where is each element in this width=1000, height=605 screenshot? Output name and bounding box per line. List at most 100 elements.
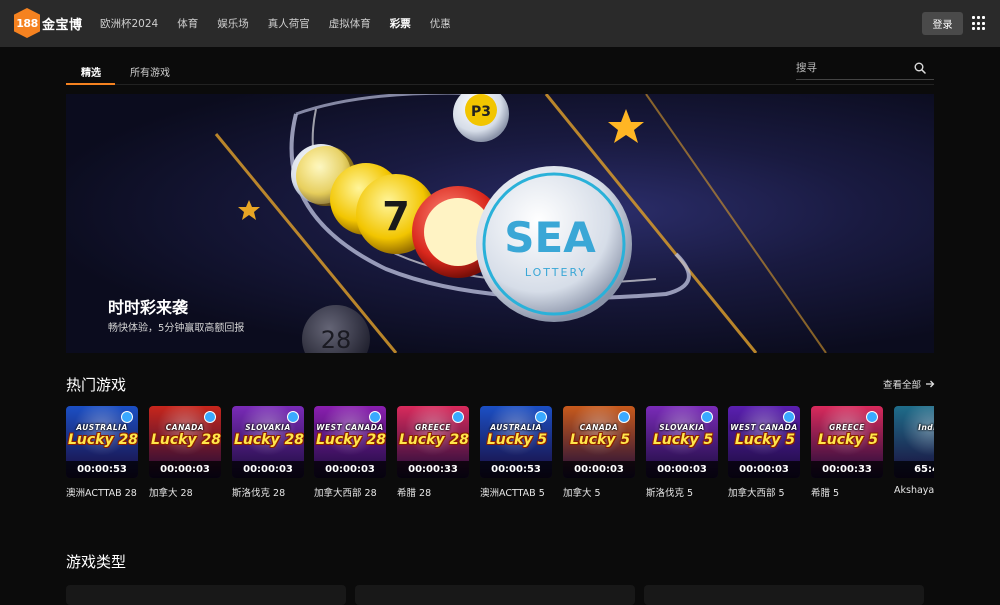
brand-logo[interactable]: 188 金宝博 [14, 8, 83, 38]
lottery-ball-icon [121, 411, 133, 423]
nav-item-lottery[interactable]: 彩票 [390, 16, 411, 31]
game-thumbnail: AUSTRALIA Lucky 5 00:00:53 [480, 406, 552, 478]
game-name: 加拿大西部 5 [728, 488, 785, 499]
game-thumbnail: CANADA Lucky 5 00:00:03 [563, 406, 635, 478]
login-button[interactable]: 登录 [922, 12, 963, 35]
game-name: 加拿大 5 [563, 488, 601, 499]
game-type-card[interactable] [66, 585, 346, 605]
active-tab-indicator [66, 83, 115, 85]
countdown-timer: 00:00:03 [646, 461, 718, 478]
game-thumbnail: SLOVAKIA Lucky 28 00:00:03 [232, 406, 304, 478]
game-name: 澳洲ACTTAB 28 [66, 488, 137, 499]
game-thumbnail: GREECE Lucky 5 00:00:33 [811, 406, 883, 478]
see-all-link[interactable]: 查看全部 [883, 377, 935, 391]
game-country-label: AUSTRALIA [490, 423, 542, 432]
game-card[interactable]: SLOVAKIA Lucky 28 00:00:03 斯洛伐克 28 [232, 406, 304, 499]
game-country-label: CANADA [165, 423, 205, 432]
banner-artwork: 28 P3 7 SEA LOTTERY [214, 94, 827, 353]
game-card[interactable]: India 65:46 Akshaya [894, 406, 934, 496]
tab-all-games[interactable]: 所有游戏 [130, 64, 170, 79]
top-navbar: 188 金宝博 欧洲杯2024 体育 娱乐场 真人荷官 虚拟体育 彩票 优惠 登… [0, 0, 1000, 47]
game-country-label: CANADA [579, 423, 619, 432]
countdown-timer: 00:00:03 [149, 461, 221, 478]
logo-text: 金宝博 [42, 17, 83, 33]
countdown-timer: 00:00:03 [232, 461, 304, 478]
search-icon[interactable] [914, 62, 926, 74]
banner-title: 时时彩来袭 [108, 298, 189, 317]
game-country-label: AUSTRALIA [76, 423, 128, 432]
game-country-label: WEST CANADA [316, 423, 384, 432]
countdown-timer: 00:00:53 [66, 461, 138, 478]
game-thumbnail: WEST CANADA Lucky 28 00:00:03 [314, 406, 386, 478]
game-name: 斯洛伐克 5 [646, 488, 694, 499]
game-logo-text: Lucky 28 [234, 432, 304, 448]
lottery-ball-icon [369, 411, 381, 423]
banner-subtitle: 畅快体验，5分钟赢取高额回报 [108, 323, 245, 334]
countdown-timer: 00:00:33 [397, 461, 469, 478]
nav-item-sports[interactable]: 体育 [177, 16, 198, 31]
game-name: 希腊 5 [811, 488, 840, 499]
game-card[interactable]: SLOVAKIA Lucky 5 00:00:03 斯洛伐克 5 [646, 406, 718, 499]
search-box [796, 58, 934, 80]
lottery-ball-icon [783, 411, 795, 423]
game-name: 希腊 28 [397, 488, 432, 499]
lottery-ball-label: LOTTERY [525, 266, 587, 279]
lottery-ball-icon [535, 411, 547, 423]
promo-banner[interactable]: 28 P3 7 SEA LOTTERY 时时彩来袭 畅快体验，5分钟赢取高额回报 [66, 94, 934, 353]
tab-featured[interactable]: 精选 [81, 64, 101, 79]
app-menu-grid-icon[interactable] [972, 16, 987, 31]
countdown-timer: 00:00:53 [480, 461, 552, 478]
search-input[interactable] [796, 58, 908, 78]
game-card[interactable]: CANADA Lucky 5 00:00:03 加拿大 5 [563, 406, 635, 499]
countdown-timer: 00:00:03 [728, 461, 800, 478]
lottery-ball-icon [204, 411, 216, 423]
nav-item-euro2024[interactable]: 欧洲杯2024 [100, 16, 158, 31]
game-country-label: SLOVAKIA [245, 423, 291, 432]
main-nav: 欧洲杯2024 体育 娱乐场 真人荷官 虚拟体育 彩票 优惠 [100, 0, 470, 47]
logo-badge: 188 [14, 8, 40, 38]
game-name: 澳洲ACTTAB 5 [480, 488, 545, 499]
game-logo-text: Lucky 28 [316, 432, 386, 448]
lottery-ball-icon [287, 411, 299, 423]
game-types-title: 游戏类型 [66, 553, 127, 571]
game-name: 斯洛伐克 28 [232, 488, 286, 499]
game-card[interactable]: WEST CANADA Lucky 5 00:00:03 加拿大西部 5 [728, 406, 800, 499]
sea-ball-label: SEA [504, 213, 596, 262]
nav-item-virtual-sports[interactable]: 虚拟体育 [329, 16, 371, 31]
game-thumbnail: SLOVAKIA Lucky 5 00:00:03 [646, 406, 718, 478]
game-country-label: SLOVAKIA [659, 423, 705, 432]
nav-item-promotions[interactable]: 优惠 [430, 16, 451, 31]
lottery-ball-icon [452, 411, 464, 423]
hot-games-title: 热门游戏 [66, 376, 127, 394]
game-card[interactable]: CANADA Lucky 28 00:00:03 加拿大 28 [149, 406, 221, 499]
lottery-ball-icon [701, 411, 713, 423]
game-country-label: WEST CANADA [730, 423, 798, 432]
game-logo-text: Lucky 28 [151, 432, 221, 448]
game-card[interactable]: AUSTRALIA Lucky 5 00:00:53 澳洲ACTTAB 5 [480, 406, 552, 499]
game-thumbnail: WEST CANADA Lucky 5 00:00:03 [728, 406, 800, 478]
nav-item-casino[interactable]: 娱乐场 [217, 16, 249, 31]
arrow-right-icon [926, 380, 935, 388]
game-type-card[interactable] [355, 585, 635, 605]
game-thumbnail: India 65:46 [894, 406, 934, 478]
lottery-ball-icon [866, 411, 878, 423]
game-name: Akshaya [894, 485, 934, 496]
game-card[interactable]: AUSTRALIA Lucky 28 00:00:53 澳洲ACTTAB 28 [66, 406, 138, 499]
ball-7-label: 7 [382, 194, 410, 240]
game-card[interactable]: GREECE Lucky 5 00:00:33 希腊 5 [811, 406, 883, 499]
game-country-label: GREECE [829, 423, 865, 432]
game-type-card[interactable] [644, 585, 924, 605]
ball-p3-label: P3 [471, 104, 491, 120]
game-card[interactable]: WEST CANADA Lucky 28 00:00:03 加拿大西部 28 [314, 406, 386, 499]
countdown-timer: 65:46 [894, 461, 934, 478]
game-logo-text: Lucky 5 [652, 432, 714, 448]
game-logo-text: Lucky 5 [817, 432, 879, 448]
countdown-timer: 00:00:33 [811, 461, 883, 478]
countdown-timer: 00:00:03 [563, 461, 635, 478]
game-thumbnail: CANADA Lucky 28 00:00:03 [149, 406, 221, 478]
game-name: 加拿大西部 28 [314, 488, 377, 499]
game-country-label: India [918, 423, 934, 432]
nav-item-live-dealer[interactable]: 真人荷官 [268, 16, 310, 31]
game-card[interactable]: GREECE Lucky 28 00:00:33 希腊 28 [397, 406, 469, 499]
game-logo-text: Lucky 5 [569, 432, 631, 448]
